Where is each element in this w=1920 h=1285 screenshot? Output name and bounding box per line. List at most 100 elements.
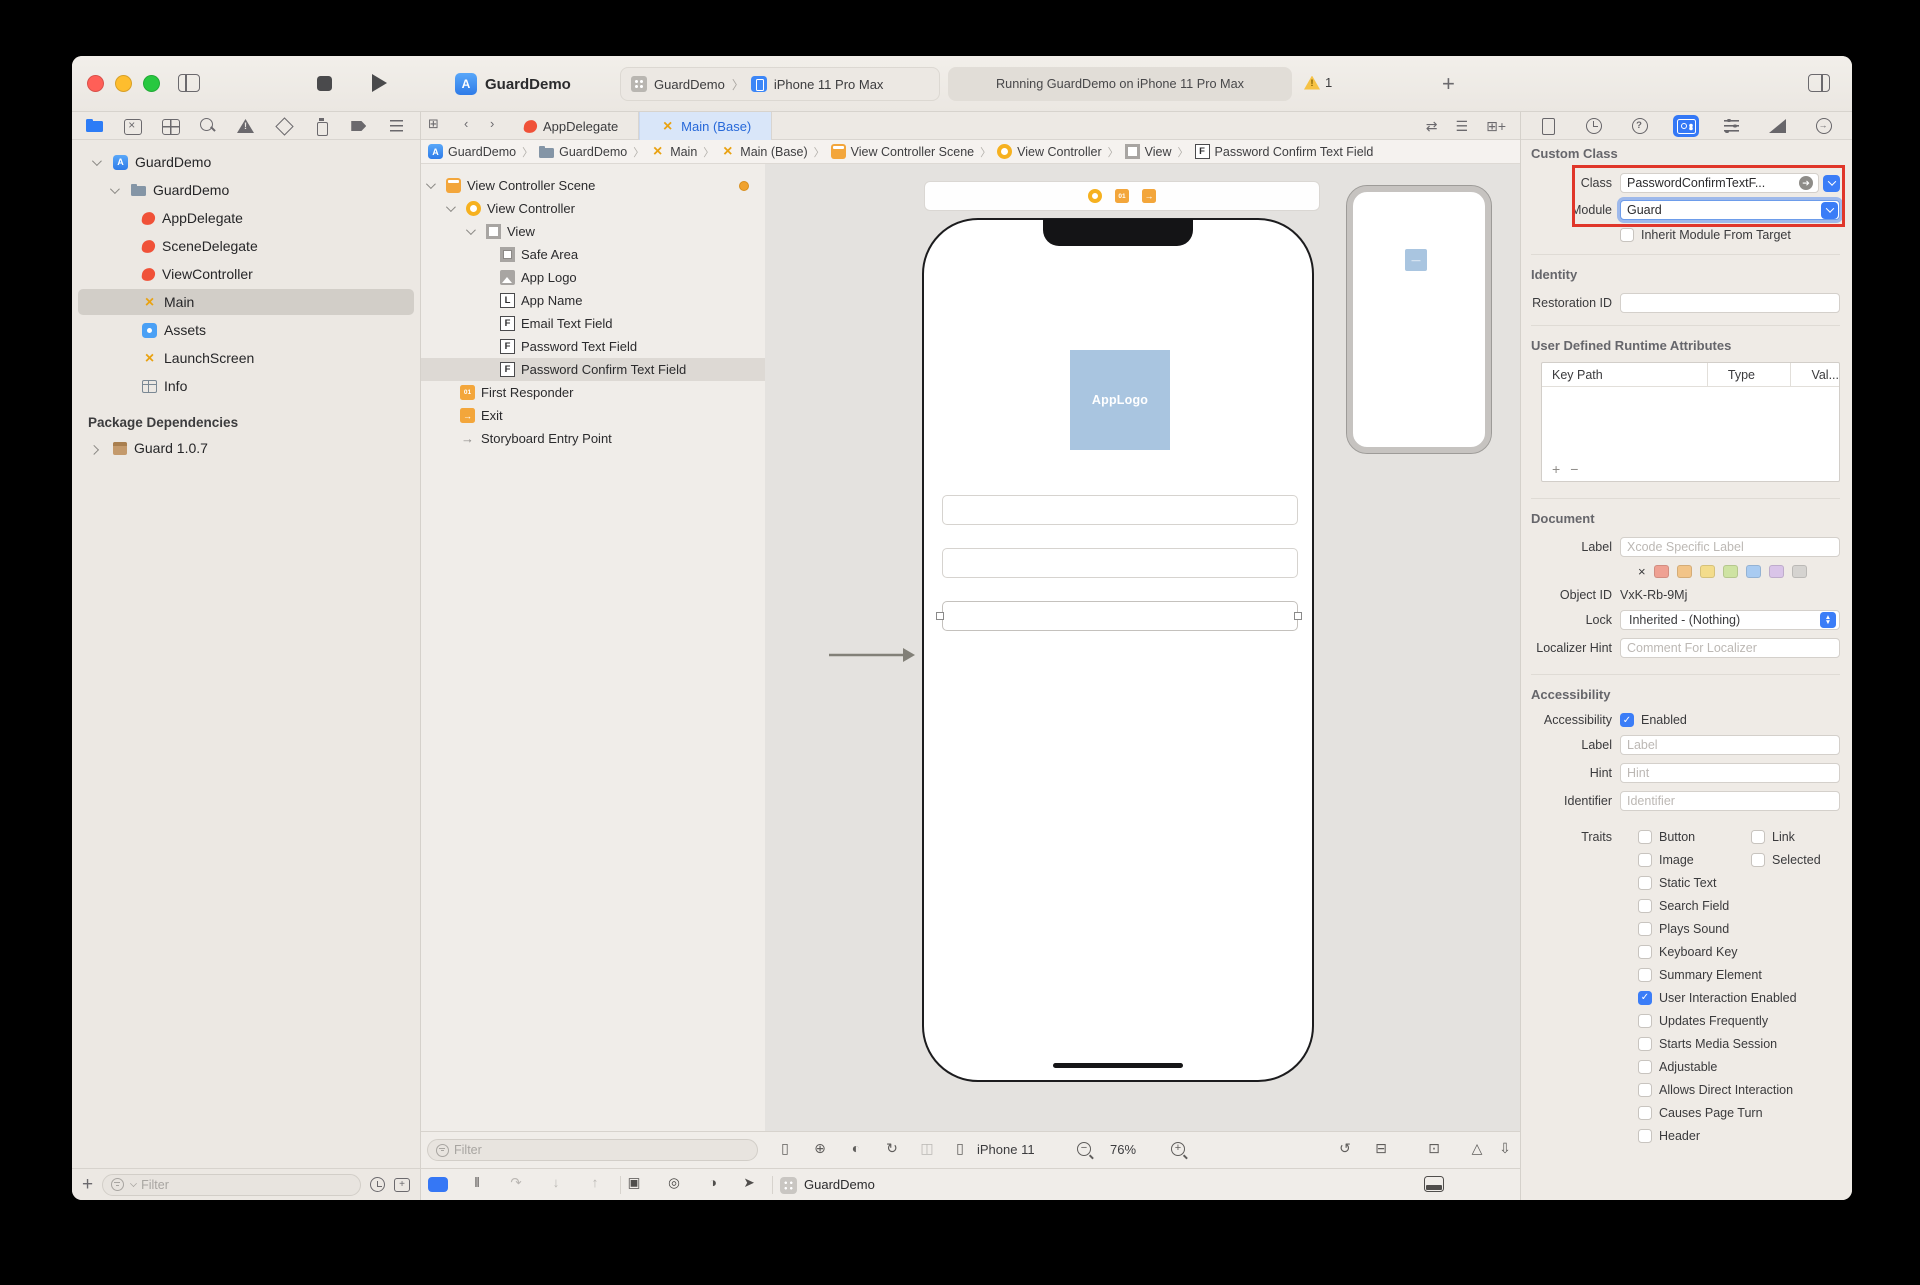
breadcrumb-item-view[interactable]: View xyxy=(1125,144,1172,159)
file-inspector-tab[interactable] xyxy=(1535,115,1561,137)
attributes-inspector-tab[interactable] xyxy=(1719,115,1745,137)
trait-checkbox-starts-media-session[interactable] xyxy=(1638,1037,1652,1051)
sidebar-divider[interactable] xyxy=(420,112,421,1200)
device-label[interactable]: iPhone 11 xyxy=(977,1142,1035,1157)
trait-checkbox-allows-direct-interaction[interactable] xyxy=(1638,1083,1652,1097)
breadcrumb-item-view-controller[interactable]: View Controller xyxy=(997,144,1102,159)
find-navigator-icon[interactable] xyxy=(197,115,219,137)
trait-checkbox-search-field[interactable] xyxy=(1638,899,1652,913)
connections-inspector-tab[interactable] xyxy=(1811,115,1837,137)
trait-checkbox-keyboard-key[interactable] xyxy=(1638,945,1652,959)
test-navigator-icon[interactable] xyxy=(273,115,295,137)
add-attribute-button[interactable]: + xyxy=(1552,461,1570,477)
orientation-icon[interactable]: ↻ xyxy=(882,1140,902,1157)
disclosure-chevron-icon[interactable] xyxy=(426,179,436,189)
running-app-label[interactable]: GuardDemo xyxy=(804,1177,875,1192)
outline-item-first-responder[interactable]: First Responder xyxy=(420,381,765,404)
navigator-filter-field[interactable]: Filter xyxy=(102,1174,361,1196)
source-control-navigator-icon[interactable] xyxy=(122,115,144,137)
device-preview-thumbnail[interactable]: — xyxy=(1347,186,1491,453)
trait-checkbox-updates-frequently[interactable] xyxy=(1638,1014,1652,1028)
disclosure-chevron-icon[interactable] xyxy=(466,225,476,235)
report-navigator-icon[interactable] xyxy=(386,115,408,137)
view-hierarchy-debugger-icon[interactable]: ▣ xyxy=(623,1175,645,1191)
step-into-icon[interactable]: ↓ xyxy=(545,1175,567,1190)
breadcrumb-item-guarddemo[interactable]: GuardDemo xyxy=(539,144,627,159)
trait-checkbox-selected[interactable] xyxy=(1751,853,1765,867)
device-bezels-icon[interactable]: ▯ xyxy=(775,1140,795,1157)
inspector-divider[interactable] xyxy=(1520,112,1521,1200)
tab-overview-icon[interactable]: ⊞ xyxy=(428,116,439,132)
scheme-selector[interactable]: GuardDemo 〉 iPhone 11 Pro Max xyxy=(620,67,940,101)
color-swatch-6[interactable] xyxy=(1769,565,1784,578)
align-icon[interactable]: ⊡ xyxy=(1424,1140,1444,1157)
outline-item-app-logo[interactable]: App Logo xyxy=(420,266,765,289)
size-inspector-tab[interactable] xyxy=(1765,115,1791,137)
first-responder-dock-icon[interactable] xyxy=(1115,189,1129,203)
inherit-module-checkbox[interactable] xyxy=(1620,228,1634,242)
remove-attribute-button[interactable]: − xyxy=(1570,461,1588,477)
accessibility-label-field[interactable] xyxy=(1620,735,1840,755)
breakpoints-toggle-button[interactable] xyxy=(428,1177,448,1192)
lock-dropdown[interactable]: Inherited - (Nothing) ▲▼ xyxy=(1620,610,1840,630)
column-value[interactable]: Val... xyxy=(1801,368,1839,382)
color-swatch-1[interactable] xyxy=(1654,565,1669,578)
pause-execution-icon[interactable]: ‖ xyxy=(466,1175,488,1190)
accessibility-enabled-checkbox[interactable]: ✓ xyxy=(1620,713,1634,727)
sidebar-item-scenedelegate[interactable]: SceneDelegate xyxy=(72,232,420,260)
breadcrumb-item-view-controller-scene[interactable]: View Controller Scene xyxy=(831,144,974,159)
runtime-attributes-table[interactable]: Key Path Type Val... +− xyxy=(1541,362,1840,482)
app-logo-image-view[interactable]: AppLogo xyxy=(1070,350,1170,450)
debug-navigator-icon[interactable] xyxy=(311,115,333,137)
scheme-device-label[interactable]: iPhone 11 Pro Max xyxy=(774,77,884,92)
breadcrumb-item-main[interactable]: Main xyxy=(650,144,697,159)
view-controller-scene[interactable]: AppLogo xyxy=(922,218,1314,1082)
sidebar-item-guarddemo[interactable]: GuardDemo xyxy=(72,148,420,176)
code-review-icon[interactable]: ⇄ xyxy=(1426,118,1438,135)
accessibility-preview-icon[interactable]: ⊕ xyxy=(810,1140,830,1157)
sidebar-item-appdelegate[interactable]: AppDelegate xyxy=(72,204,420,232)
trait-checkbox-summary-element[interactable] xyxy=(1638,968,1652,982)
trait-checkbox-adjustable[interactable] xyxy=(1638,1060,1652,1074)
trait-checkbox-button[interactable] xyxy=(1638,830,1652,844)
column-key-path[interactable]: Key Path xyxy=(1542,368,1707,382)
localizer-hint-field[interactable] xyxy=(1620,638,1840,658)
new-tab-button[interactable]: + xyxy=(1442,71,1455,97)
outline-item-safe-area[interactable]: Safe Area xyxy=(420,243,765,266)
outline-item-exit[interactable]: Exit xyxy=(420,404,765,427)
warning-badge[interactable]: 1 xyxy=(1304,75,1332,90)
password-text-field[interactable] xyxy=(942,548,1298,578)
color-swatch-2[interactable] xyxy=(1677,565,1692,578)
zoom-in-icon[interactable]: + xyxy=(1171,1142,1185,1156)
outline-item-view-controller-scene[interactable]: View Controller Scene xyxy=(420,174,765,197)
go-back-icon[interactable]: ‹ xyxy=(464,116,468,131)
device-icon[interactable]: ▯ xyxy=(950,1140,970,1157)
breadcrumb-item-guarddemo[interactable]: GuardDemo xyxy=(428,144,516,159)
document-label-field[interactable] xyxy=(1620,537,1840,557)
class-field[interactable] xyxy=(1620,173,1819,193)
identity-inspector-tab[interactable] xyxy=(1673,115,1699,137)
stop-button[interactable] xyxy=(317,76,332,91)
run-button[interactable] xyxy=(372,74,387,92)
toggle-left-sidebar-icon[interactable] xyxy=(178,74,200,92)
exit-dock-icon[interactable] xyxy=(1142,189,1156,203)
symbol-navigator-icon[interactable] xyxy=(160,115,182,137)
selection-handle-left[interactable] xyxy=(936,612,944,620)
sidebar-item-launchscreen[interactable]: LaunchScreen xyxy=(72,344,420,372)
accessibility-hint-field[interactable] xyxy=(1620,763,1840,783)
zoom-window-button[interactable] xyxy=(143,75,160,92)
sidebar-item-guarddemo[interactable]: GuardDemo xyxy=(72,176,420,204)
disclosure-chevron-icon[interactable] xyxy=(446,202,456,212)
email-text-field[interactable] xyxy=(942,495,1298,525)
simulate-location-icon[interactable]: ➤ xyxy=(738,1175,760,1191)
resolve-autolayout-icon[interactable]: ⇩ xyxy=(1495,1140,1515,1157)
source-control-status-filter-icon[interactable] xyxy=(394,1178,410,1192)
clear-color-icon[interactable]: × xyxy=(1638,564,1646,579)
editor-tab-appdelegate[interactable]: AppDelegate xyxy=(504,112,639,140)
add-constraints-icon[interactable]: △ xyxy=(1467,1140,1487,1157)
add-file-button[interactable]: + xyxy=(82,1174,93,1196)
sidebar-item-main[interactable]: Main xyxy=(72,288,420,316)
sidebar-item-guard-1-0-7[interactable]: Guard 1.0.7 xyxy=(72,434,420,462)
restoration-id-field[interactable] xyxy=(1620,293,1840,313)
outline-item-app-name[interactable]: App Name xyxy=(420,289,765,312)
